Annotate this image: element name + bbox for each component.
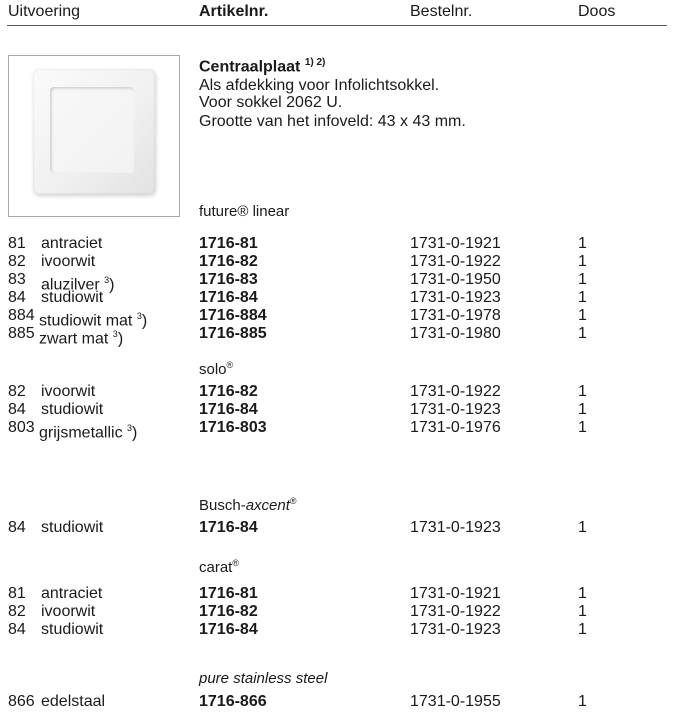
product-title: Centraalplaat 1) 2) — [199, 57, 326, 76]
product-description-line-3: Grootte van het infoveld: 43 x 43 mm. — [199, 113, 466, 130]
title-footnotes: 1) 2) — [304, 57, 326, 68]
series-heading-pure-stainless-steel: pure stainless steel — [199, 670, 328, 687]
series-heading-solo: solo® — [199, 360, 234, 378]
product-image-centraalplaat — [8, 55, 180, 217]
series-heading-busch-axcent: Busch-axcent® — [199, 496, 297, 514]
cover-plate-graphic — [33, 69, 155, 194]
series-heading-carat: carat® — [199, 558, 239, 576]
column-header-doos: Doos — [578, 3, 616, 20]
column-header-artikelnr: Artikelnr. — [199, 3, 269, 20]
header-divider — [7, 25, 667, 26]
series-heading-future-linear: future® linear — [199, 203, 290, 220]
product-description-line-1: Als afdekking voor Infolichtsokkel. — [199, 77, 440, 94]
column-header-bestelnr: Bestelnr. — [410, 3, 473, 20]
info-field-recess — [50, 87, 134, 173]
product-description-line-2: Voor sokkel 2062 U. — [199, 94, 343, 111]
column-header-uitvoering: Uitvoering — [8, 3, 81, 20]
